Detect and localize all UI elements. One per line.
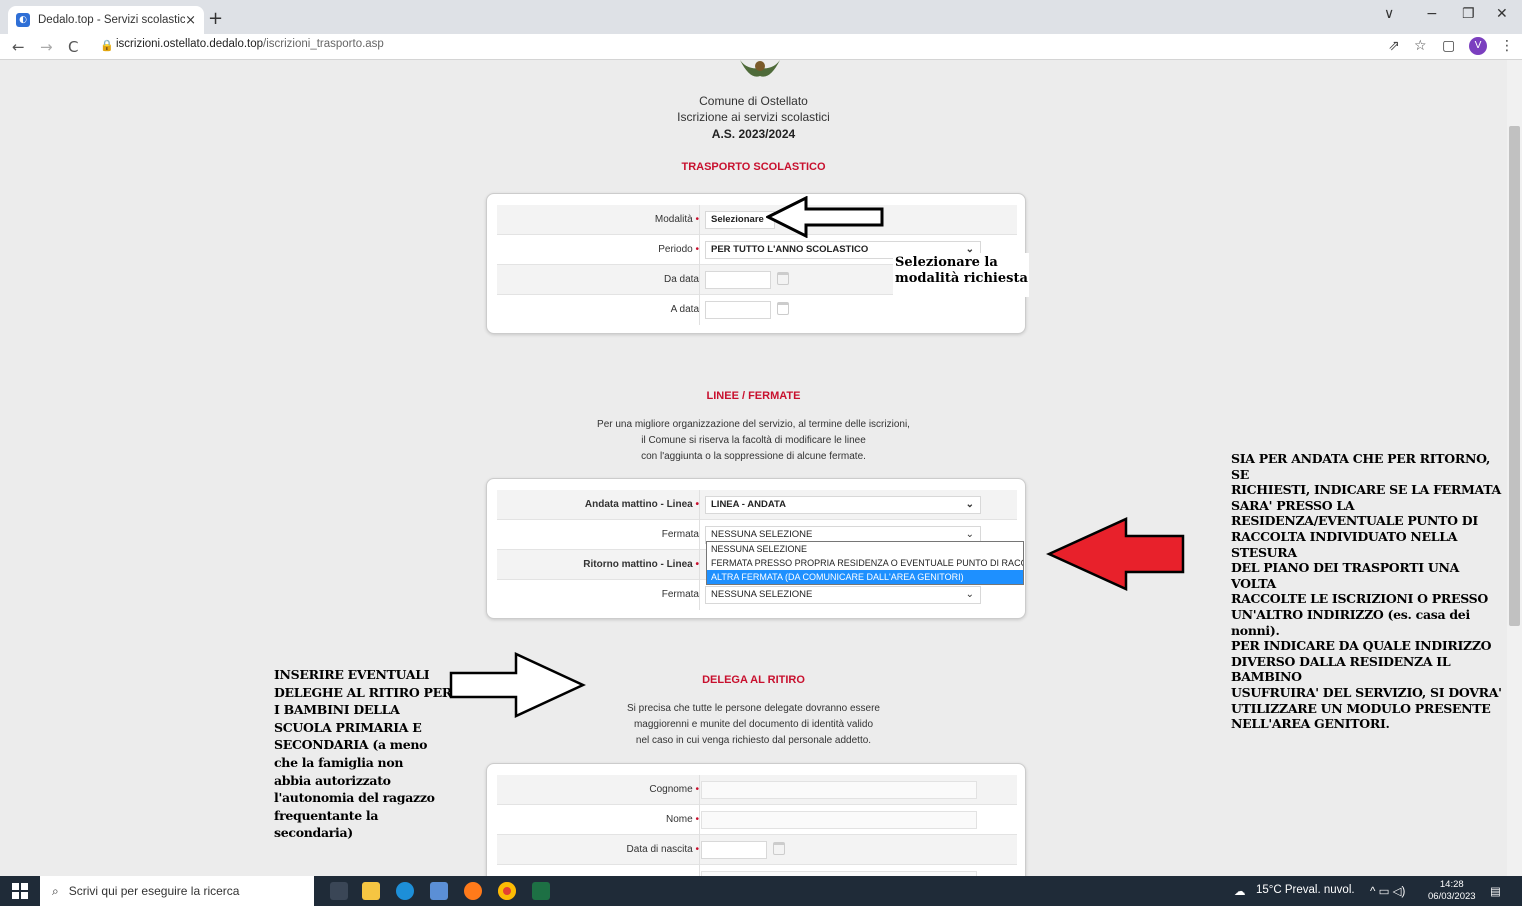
red-arrow-left-icon (1046, 517, 1185, 591)
fermata-ritorno-label: Fermata (661, 589, 699, 600)
weather-text[interactable]: 15°C Preval. nuvol. (1256, 884, 1355, 896)
edge-icon[interactable] (396, 882, 414, 900)
delegate-section-title: DELEGA AL RITIRO (702, 674, 805, 686)
restore-icon[interactable]: ❐ (1462, 6, 1475, 22)
cognome-row: Cognome • (497, 775, 1017, 805)
modalita-callout: Selezionare la modalità richiesta (893, 253, 1029, 297)
url-path: /iscrizioni_trasporto.asp (263, 38, 384, 50)
chevron-down-icon: ⌄ (965, 589, 974, 600)
data-nascita-label: Data di nascita • (626, 844, 699, 855)
fermata-andata-label: Fermata (661, 529, 699, 540)
fermata-ritorno-select[interactable]: NESSUNA SELEZIONE ⌄ (705, 586, 981, 604)
calendar-icon[interactable] (773, 842, 785, 855)
data-nascita-input[interactable] (701, 841, 767, 859)
left-annotation: INSERIRE EVENTUALI DELEGHE AL RITIRO PER… (274, 667, 452, 841)
ritorno-label: Ritorno mattino - Linea • (583, 559, 699, 570)
reload-icon[interactable]: C (68, 38, 78, 56)
modalita-select[interactable]: Selezionare (705, 211, 775, 229)
browser-tab[interactable]: ◐ Dedalo.top - Servizi scolastici × (8, 6, 204, 34)
right-annotation: SIA PER ANDATA CHE PER RITORNO, SE RICHI… (1231, 451, 1502, 732)
data-nascita-row: Data di nascita • (497, 835, 1017, 865)
dropdown-option-selected[interactable]: ALTRA FERMATA (DA COMUNICARE DALL'AREA G… (707, 570, 1023, 584)
url-field[interactable]: iscrizioni.ostellato.dedalo.top/iscrizio… (116, 38, 384, 50)
forward-icon[interactable]: → (40, 38, 53, 56)
a-data-input[interactable] (705, 301, 771, 319)
hollow-arrow-left-icon (766, 196, 884, 238)
notifications-icon[interactable]: ▤ (1490, 884, 1501, 898)
school-year: A.S. 2023/2024 (711, 127, 796, 141)
chevron-down-icon: ⌄ (965, 499, 974, 510)
town-name: Comune di Ostellato (699, 94, 808, 108)
search-icon: ⌕ (52, 883, 59, 898)
nome-label: Nome • (666, 814, 699, 825)
app-icon[interactable] (430, 882, 448, 900)
site-favicon-icon: ◐ (16, 13, 30, 27)
periodo-label: Periodo • (658, 244, 699, 255)
windows-taskbar: ⌕ Scrivi qui per eseguire la ricerca ☁ 1… (0, 876, 1522, 906)
address-bar: ← → C 🔒 iscrizioni.ostellato.dedalo.top/… (0, 34, 1522, 60)
next-row (497, 865, 1017, 876)
firefox-icon[interactable] (464, 882, 482, 900)
page-content: Comune di Ostellato Iscrizione ai serviz… (0, 60, 1507, 876)
a-data-label: A data (670, 304, 699, 315)
cognome-label: Cognome • (649, 784, 699, 795)
profile-avatar[interactable]: V (1469, 37, 1487, 55)
browser-menu-icon[interactable]: ⋮ (1500, 38, 1514, 54)
dropdown-option[interactable]: NESSUNA SELEZIONE (707, 542, 1023, 556)
da-data-label: Da data (663, 274, 699, 285)
tab-title: Dedalo.top - Servizi scolastici (38, 14, 186, 26)
dropdown-option[interactable]: FERMATA PRESSO PROPRIA RESIDENZA O EVENT… (707, 556, 1023, 570)
lines-section-title: LINEE / FERMATE (706, 390, 801, 402)
fermata-dropdown-list: NESSUNA SELEZIONE FERMATA PRESSO PROPRIA… (706, 541, 1024, 585)
chrome-icon[interactable] (498, 882, 516, 900)
excel-icon[interactable] (532, 882, 550, 900)
delegate-panel: Cognome • Nome • Data di nascita • (486, 763, 1026, 876)
calendar-icon[interactable] (777, 302, 789, 315)
back-icon[interactable]: ← (12, 38, 25, 56)
minimize-icon[interactable]: − (1426, 6, 1438, 22)
andata-row: Andata mattino - Linea • LINEA - ANDATA ⌄ (497, 490, 1017, 520)
scrollbar-thumb[interactable] (1509, 126, 1520, 626)
hollow-arrow-right-icon (449, 652, 586, 718)
search-placeholder: Scrivi qui per eseguire la ricerca (68, 884, 240, 898)
modalita-label: Modalità • (654, 214, 699, 225)
task-view-icon[interactable] (330, 882, 348, 900)
lock-icon[interactable]: 🔒 (100, 39, 114, 52)
windows-start-icon[interactable] (12, 883, 28, 899)
bookmark-star-icon[interactable]: ☆ (1414, 38, 1427, 54)
tab-bar: ◐ Dedalo.top - Servizi scolastici × + ∨ … (0, 0, 1522, 34)
da-data-input[interactable] (705, 271, 771, 289)
nome-input[interactable] (701, 811, 977, 829)
tab-close-icon[interactable]: × (185, 13, 196, 28)
tab-search-icon[interactable]: ∨ (1384, 6, 1394, 22)
a-data-row: A data (497, 295, 1017, 325)
cognome-input[interactable] (701, 781, 977, 799)
tray-icons[interactable]: ^ ▭ ◁) (1370, 884, 1405, 898)
modalita-row: Modalità • Selezionare (497, 205, 1017, 235)
andata-linea-select[interactable]: LINEA - ANDATA ⌄ (705, 496, 981, 514)
system-clock[interactable]: 14:28 06/03/2023 (1428, 879, 1476, 903)
url-host: iscrizioni.ostellato.dedalo.top (116, 38, 264, 50)
nome-row: Nome • (497, 805, 1017, 835)
taskbar-search[interactable]: ⌕ Scrivi qui per eseguire la ricerca (40, 876, 314, 906)
side-panel-icon[interactable]: ▢ (1442, 38, 1455, 54)
calendar-icon[interactable] (777, 272, 789, 285)
andata-label: Andata mattino - Linea • (584, 499, 699, 510)
delegate-note: Si precisa che tutte le persone delegate… (627, 703, 880, 746)
page-subtitle: Iscrizione ai servizi scolastici (677, 110, 830, 124)
file-explorer-icon[interactable] (362, 882, 380, 900)
new-tab-icon[interactable]: + (208, 8, 223, 29)
close-window-icon[interactable]: ✕ (1496, 6, 1508, 22)
municipal-crest-icon (740, 60, 780, 77)
share-icon[interactable]: ⇗ (1388, 38, 1400, 54)
transport-section-title: TRASPORTO SCOLASTICO (681, 161, 826, 173)
weather-icon[interactable]: ☁ (1234, 884, 1246, 898)
